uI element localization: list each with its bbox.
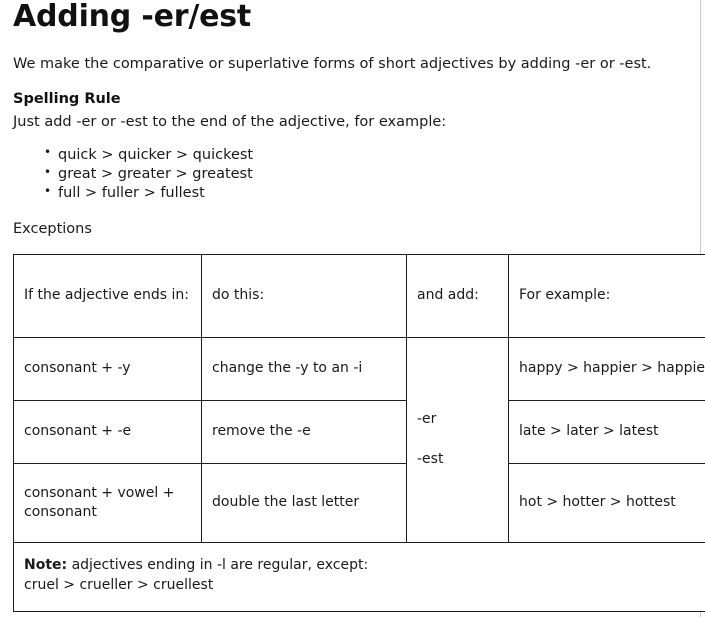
rule-action: remove the -e (201, 399, 407, 464)
spelling-rule-text: Just add -er or -est to the end of the a… (13, 113, 447, 130)
list-item: great > greater > greatest (44, 165, 686, 184)
exceptions-label: Exceptions (13, 221, 92, 238)
examples-list: quick > quicker > quickest great > great… (13, 145, 686, 203)
suffix-est: -est (417, 451, 444, 468)
table-header-example: For example: (508, 253, 705, 338)
rule-add-suffix-cell: -er -est (406, 336, 509, 543)
table-note-row: Note: adjectives ending in -l are regula… (13, 541, 705, 612)
rule-condition: consonant + vowel + consonant (13, 462, 202, 543)
note-cell: Note: adjectives ending in -l are regula… (13, 541, 705, 612)
table-header-action: do this: (201, 253, 407, 338)
page-title: Adding -er/est (13, 0, 252, 34)
table-header-add: and add: (406, 253, 509, 338)
note-text-line: Note: adjectives ending in -l are regula… (24, 556, 705, 575)
table-row: consonant + vowel + consonant double the… (13, 462, 705, 543)
rule-example: happy > happier > happiest (508, 336, 705, 401)
note-text: adjectives ending in -l are regular, exc… (67, 556, 369, 573)
table-header-row: If the adjective ends in: do this: and a… (13, 253, 705, 338)
note-label: Note: (24, 556, 68, 573)
rule-condition: consonant + -y (13, 336, 202, 401)
table-row: consonant + -y change the -y to an -i -e… (13, 336, 705, 543)
article-content: Adding -er/est We make the comparative o… (0, 0, 705, 617)
intro-paragraph: We make the comparative or superlative f… (13, 55, 652, 72)
spelling-rule-heading: Spelling Rule (13, 91, 121, 108)
table-row: consonant + -e remove the -e late > late… (13, 399, 705, 464)
list-item: full > fuller > fullest (44, 184, 686, 203)
suffix-er: -er (417, 411, 437, 428)
rule-action: change the -y to an -i (201, 336, 407, 401)
page-root: Adding -er/est We make the comparative o… (0, 0, 705, 617)
rule-example: hot > hotter > hottest (508, 462, 705, 543)
spelling-rules-table: If the adjective ends in: do this: and a… (13, 253, 705, 612)
list-item: quick > quicker > quickest (44, 145, 686, 165)
table-header-condition: If the adjective ends in: (13, 253, 202, 338)
rule-condition: consonant + -e (13, 399, 202, 464)
rule-action: double the last letter (201, 462, 407, 543)
rule-example: late > later > latest (508, 399, 705, 464)
note-example: cruel > crueller > cruellest (24, 577, 214, 594)
